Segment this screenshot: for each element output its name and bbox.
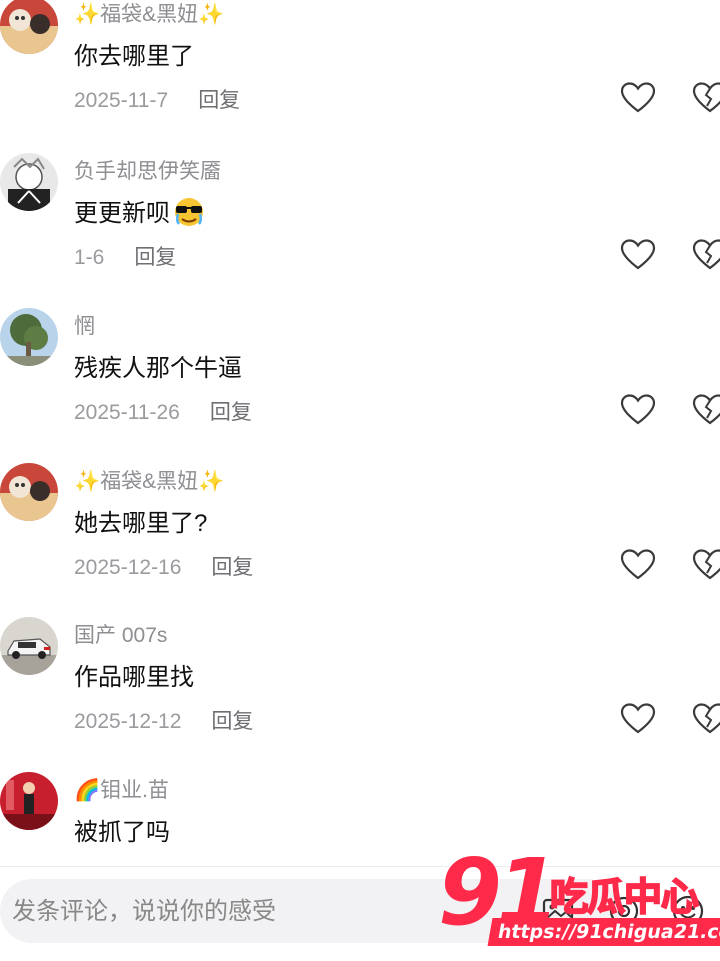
comment-meta: 2025-11-7 回复 <box>74 84 240 114</box>
comment-text: 作品哪里找 <box>74 664 194 691</box>
username[interactable]: ✨福袋&黑妞✨ <box>74 465 224 495</box>
comment-text: 更更新呗 <box>74 193 206 228</box>
comment-meta: 2025-11-26 回复 <box>74 396 252 426</box>
comment-item: 惘 残疾人那个牛逼 2025-11-26 回复 <box>0 308 720 458</box>
comment-meta: 2025-12-16 回复 <box>74 551 253 581</box>
heart-icon[interactable] <box>620 82 656 114</box>
avatar[interactable] <box>0 463 58 521</box>
broken-heart-icon[interactable] <box>692 239 720 271</box>
comment-meta: 2025-12-12 回复 <box>74 705 253 735</box>
comment-item: 国产 007s 作品哪里找 2025-12-12 回复 <box>0 617 720 767</box>
reply-button[interactable]: 回复 <box>134 246 176 269</box>
cool-crying-emoji-icon <box>172 197 206 227</box>
reply-button[interactable]: 回复 <box>210 401 252 424</box>
watermark-title: 吃瓜中心 <box>549 876 700 920</box>
watermark-logo: 91 吃瓜中心 https://91chigua21.com <box>438 838 720 960</box>
username[interactable]: 负手却思伊笑靥 <box>74 155 221 185</box>
comment-text-body: 更更新呗 <box>74 200 170 227</box>
reply-button[interactable]: 回复 <box>211 556 253 579</box>
broken-heart-icon[interactable] <box>692 703 720 735</box>
comment-date: 2025-12-12 <box>74 710 182 733</box>
comment-date: 2025-11-26 <box>74 401 180 424</box>
username[interactable]: 🌈钼业.苗 <box>74 774 169 804</box>
comment-item: ✨福袋&黑妞✨ 你去哪里了 2025-11-7 回复 <box>0 0 720 146</box>
username[interactable]: 国产 007s <box>74 619 167 649</box>
broken-heart-icon[interactable] <box>692 549 720 581</box>
reply-button[interactable]: 回复 <box>198 89 240 112</box>
avatar[interactable] <box>0 617 58 675</box>
comment-date: 2025-12-16 <box>74 556 182 579</box>
username[interactable]: 惘 <box>74 310 95 340</box>
avatar[interactable] <box>0 153 58 211</box>
comment-text: 她去哪里了? <box>74 510 208 537</box>
avatar[interactable] <box>0 0 58 54</box>
broken-heart-icon[interactable] <box>692 394 720 426</box>
heart-icon[interactable] <box>620 703 656 735</box>
watermark-url: https://91chigua21.com <box>487 918 720 946</box>
comment-item: 负手却思伊笑靥 更更新呗 1-6 回复 <box>0 153 720 303</box>
comment-date: 2025-11-7 <box>74 89 169 112</box>
username[interactable]: ✨福袋&黑妞✨ <box>74 0 224 28</box>
comment-text: 你去哪里了 <box>74 43 194 70</box>
heart-icon[interactable] <box>620 239 656 271</box>
heart-icon[interactable] <box>620 549 656 581</box>
reply-button[interactable]: 回复 <box>211 710 253 733</box>
comment-date: 1-6 <box>74 246 105 269</box>
heart-icon[interactable] <box>620 394 656 426</box>
comment-meta: 1-6 回复 <box>74 241 176 271</box>
broken-heart-icon[interactable] <box>692 82 720 114</box>
avatar[interactable] <box>0 308 58 366</box>
comment-item: ✨福袋&黑妞✨ 她去哪里了? 2025-12-16 回复 <box>0 463 720 613</box>
avatar[interactable] <box>0 772 58 830</box>
comment-text: 被抓了吗 <box>74 819 170 846</box>
comment-text: 残疾人那个牛逼 <box>74 355 242 382</box>
